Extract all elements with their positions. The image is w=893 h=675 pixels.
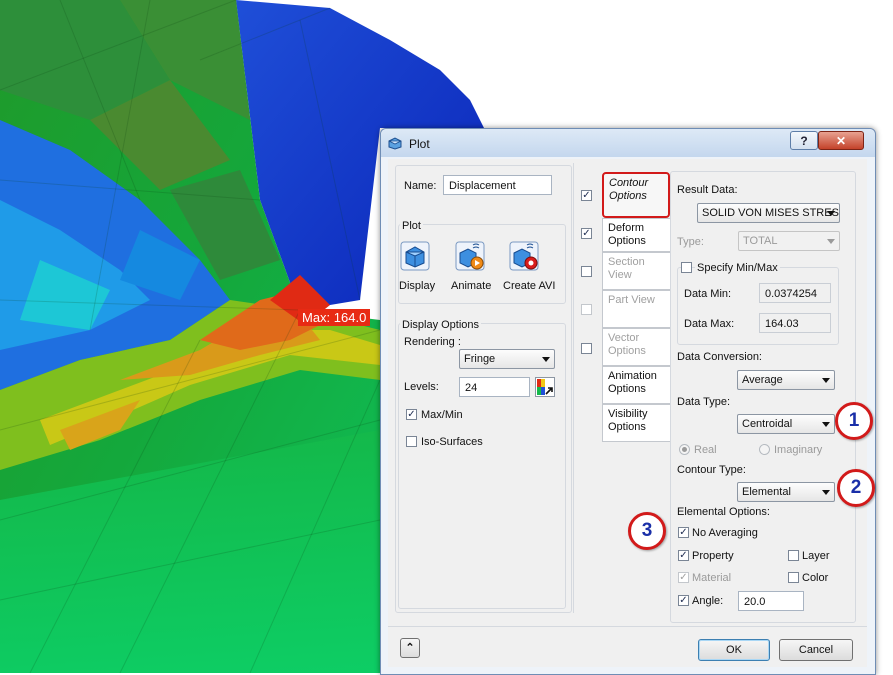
maxmin-label: Max/Min: [421, 409, 463, 421]
contour-type-select[interactable]: Elemental: [737, 482, 835, 502]
chevron-down-icon: [827, 239, 835, 244]
type-value: TOTAL: [743, 235, 778, 247]
chevron-down-icon: [827, 211, 835, 216]
rendering-select[interactable]: Fringe: [459, 349, 555, 369]
contour-options-checkbox[interactable]: ✓: [581, 190, 592, 201]
data-type-select[interactable]: Centroidal: [737, 414, 835, 434]
dialog-client: Name: Displacement Plot Display Animate: [388, 159, 867, 667]
tab-visibility-options[interactable]: Visibility Options: [602, 404, 670, 442]
rendering-value: Fringe: [464, 353, 496, 365]
data-conversion-label: Data Conversion:: [677, 351, 762, 363]
data-max-field: 164.03: [759, 313, 831, 333]
color-checkbox[interactable]: [788, 572, 799, 583]
result-data-label: Result Data:: [677, 184, 738, 196]
data-type-value: Centroidal: [742, 418, 793, 430]
close-button[interactable]: ✕: [818, 131, 864, 150]
contour-type-value: Elemental: [742, 486, 791, 498]
material-label: Material: [692, 572, 732, 584]
iso-surfaces-label: Iso-Surfaces: [421, 436, 483, 448]
data-max-label: Data Max:: [684, 318, 735, 330]
tab-contour-options[interactable]: Contour Options: [602, 172, 670, 218]
plot-group-title: Plot: [400, 220, 423, 232]
elemental-options-label: Elemental Options:: [677, 506, 770, 518]
ok-button[interactable]: OK: [698, 639, 770, 661]
iso-surfaces-checkbox[interactable]: [406, 436, 417, 447]
part-view-checkbox[interactable]: [581, 304, 592, 315]
data-conversion-value: Average: [742, 374, 783, 386]
rendering-label: Rendering :: [404, 336, 461, 348]
specify-minmax-checkbox[interactable]: [681, 262, 692, 273]
real-label: Real: [694, 444, 717, 456]
angle-input[interactable]: 20.0: [738, 591, 804, 611]
result-data-select[interactable]: SOLID VON MISES STRES: [697, 203, 840, 223]
plot-app-icon: [388, 137, 402, 150]
maxmin-checkbox[interactable]: ✓: [406, 409, 417, 420]
levels-label: Levels:: [404, 381, 439, 393]
levels-input[interactable]: 24: [459, 377, 530, 397]
tab-section-view[interactable]: Section View: [602, 252, 670, 290]
real-radio[interactable]: [679, 444, 690, 455]
callout-1: 1: [835, 402, 873, 440]
tab-vector-options[interactable]: Vector Options: [602, 328, 670, 366]
type-select[interactable]: TOTAL: [738, 231, 840, 251]
property-checkbox[interactable]: ✓: [678, 550, 689, 561]
tab-deform-options[interactable]: Deform Options: [602, 218, 670, 252]
name-input[interactable]: Displacement: [443, 175, 552, 195]
plot-dialog: Plot ? ✕ Name: Displacement Plot Display: [380, 128, 876, 675]
layer-label: Layer: [802, 550, 830, 562]
name-label: Name:: [404, 180, 437, 192]
data-min-label: Data Min:: [684, 288, 732, 300]
tab-part-view[interactable]: Part View: [602, 290, 670, 328]
animate-icon: [455, 241, 485, 271]
display-button-label: Display: [399, 280, 436, 292]
chevron-down-icon: [822, 422, 830, 427]
angle-checkbox[interactable]: ✓: [678, 595, 689, 606]
animate-button-label: Animate: [451, 280, 492, 292]
chevron-down-icon: [542, 357, 550, 362]
display-options-title: Display Options: [400, 319, 482, 331]
cancel-button[interactable]: Cancel: [779, 639, 853, 661]
callout-3: 3: [628, 512, 666, 550]
type-label: Type:: [677, 236, 704, 248]
vector-options-checkbox[interactable]: [581, 343, 592, 354]
create-avi-icon: [509, 241, 539, 271]
no-averaging-label: No Averaging: [692, 527, 758, 539]
bottom-separator: [388, 626, 867, 627]
dialog-title: Plot: [409, 137, 430, 151]
color-levels-icon[interactable]: [535, 377, 555, 397]
property-label: Property: [692, 550, 734, 562]
help-button[interactable]: ?: [790, 131, 818, 150]
specify-minmax-label: Specify Min/Max: [695, 262, 780, 274]
imaginary-label: Imaginary: [774, 444, 823, 456]
panel-separator: [573, 163, 574, 613]
angle-label: Angle:: [692, 595, 724, 607]
data-min-field: 0.0374254: [759, 283, 831, 303]
result-data-value: SOLID VON MISES STRES: [702, 207, 839, 219]
chevron-down-icon: [822, 378, 830, 383]
imaginary-radio[interactable]: [759, 444, 770, 455]
chevron-down-icon: [822, 490, 830, 495]
create-avi-button-label: Create AVI: [503, 280, 556, 292]
data-conversion-select[interactable]: Average: [737, 370, 835, 390]
deform-options-checkbox[interactable]: ✓: [581, 228, 592, 239]
max-value-label: Max: 164.0: [298, 309, 371, 326]
section-view-checkbox[interactable]: [581, 266, 592, 277]
minmax-group: [677, 267, 839, 345]
color-label: Color: [802, 572, 829, 584]
layer-checkbox[interactable]: [788, 550, 799, 561]
tab-animation-options[interactable]: Animation Options: [602, 366, 670, 404]
no-averaging-checkbox[interactable]: ✓: [678, 527, 689, 538]
display-icon: [400, 241, 430, 271]
collapse-button[interactable]: ⌃: [400, 638, 420, 658]
contour-type-label: Contour Type:: [677, 464, 746, 476]
data-type-label: Data Type:: [677, 396, 730, 408]
callout-2: 2: [837, 469, 875, 507]
material-checkbox[interactable]: ✓: [678, 572, 689, 583]
dialog-titlebar[interactable]: Plot ? ✕: [381, 129, 875, 157]
